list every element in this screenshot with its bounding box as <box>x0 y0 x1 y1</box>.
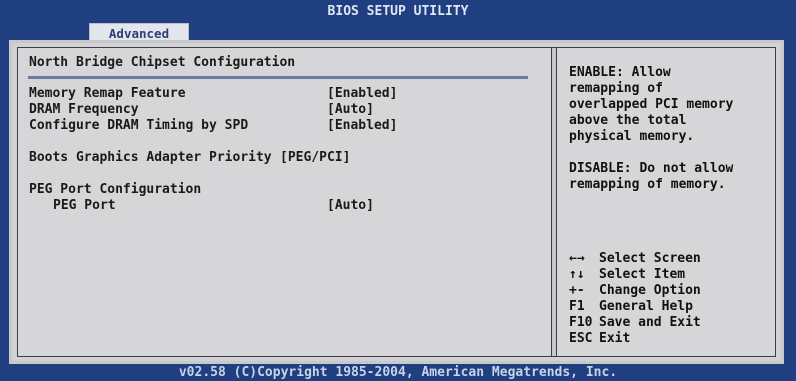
help-line: ENABLE: Allow <box>569 65 671 80</box>
key-action-select-screen: Select Screen <box>599 251 701 266</box>
setting-memory-remap-value[interactable]: [Enabled] <box>327 86 397 102</box>
key-arrows-vertical-icon: ↑↓ <box>569 267 585 282</box>
setting-graphics-priority-value[interactable]: [PEG/PCI] <box>280 150 350 166</box>
help-line: overlapped PCI memory <box>569 97 734 112</box>
help-pane: ENABLE: Allow remapping of overlapped PC… <box>559 48 775 356</box>
help-line: above the total <box>569 113 687 128</box>
key-plus-minus: +- <box>569 283 585 298</box>
setting-dram-frequency-value[interactable]: [Auto] <box>327 102 374 118</box>
section-divider <box>28 76 528 79</box>
setting-peg-port-label: PEG Port <box>53 198 116 213</box>
help-line: DISABLE: Do not allow <box>569 161 734 176</box>
key-esc: ESC <box>569 331 593 346</box>
key-action-select-item: Select Item <box>599 267 686 282</box>
key-action-save-exit: Save and Exit <box>599 315 701 330</box>
help-line: remapping of <box>569 81 663 96</box>
key-f10: F10 <box>569 315 593 330</box>
pane-divider <box>551 48 557 356</box>
setting-dram-timing-label: Configure DRAM Timing by SPD <box>29 118 249 133</box>
help-line: remapping of memory. <box>569 177 726 192</box>
bios-frame: North Bridge Chipset Configuration Memor… <box>9 40 784 364</box>
setting-dram-frequency-label: DRAM Frequency <box>29 102 139 117</box>
copyright-footer: v02.58 (C)Copyright 1985-2004, American … <box>178 365 618 380</box>
settings-pane: North Bridge Chipset Configuration Memor… <box>18 48 551 356</box>
section-title: North Bridge Chipset Configuration <box>29 55 296 70</box>
key-action-change-option: Change Option <box>599 283 701 298</box>
setting-dram-timing-value[interactable]: [Enabled] <box>327 118 397 134</box>
key-action-exit: Exit <box>599 331 631 346</box>
setting-graphics-priority-label: Boots Graphics Adapter Priority <box>29 150 272 165</box>
setting-peg-port-value[interactable]: [Auto] <box>327 198 374 214</box>
bios-panel: North Bridge Chipset Configuration Memor… <box>17 47 776 357</box>
peg-config-heading: PEG Port Configuration <box>29 182 202 197</box>
setting-memory-remap-label: Memory Remap Feature <box>29 86 186 101</box>
key-arrows-horizontal-icon: ←→ <box>569 251 585 266</box>
key-f1: F1 <box>569 299 585 314</box>
help-line: physical memory. <box>569 129 695 144</box>
key-action-general-help: General Help <box>599 299 693 314</box>
